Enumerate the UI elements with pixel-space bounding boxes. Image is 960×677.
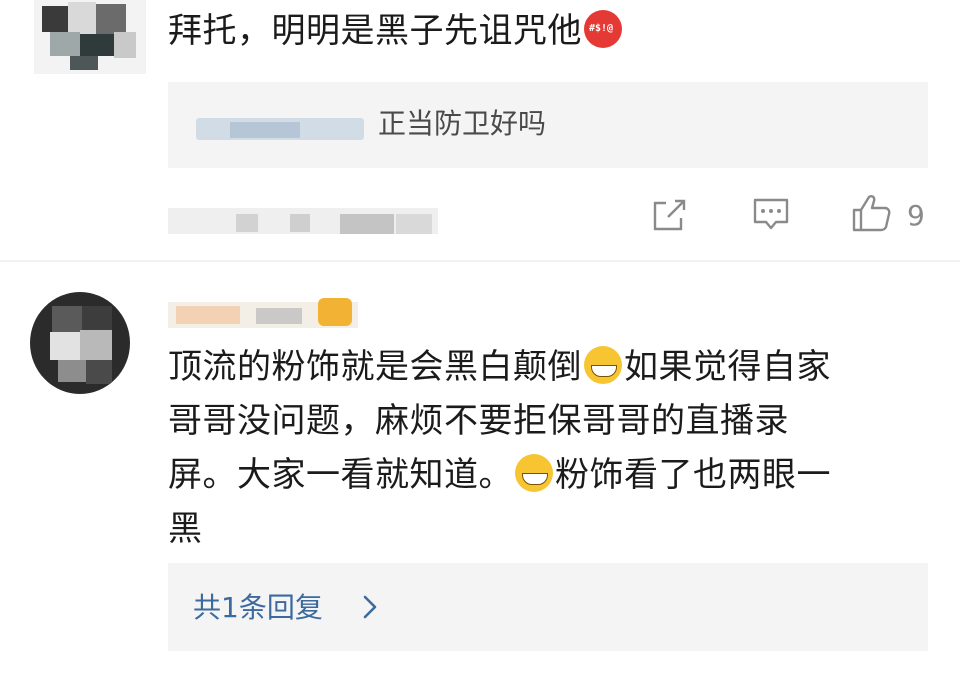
username-blur-block bbox=[256, 308, 302, 324]
comment-line: 粉饰看了也两眼一 bbox=[555, 455, 831, 495]
thumbs-up-icon[interactable] bbox=[850, 193, 892, 233]
like-count[interactable]: 9 bbox=[907, 196, 925, 236]
comment-line: 哥哥没问题，麻烦不要拒保哥哥的直播录 bbox=[168, 401, 789, 441]
timestamp-blur-block bbox=[236, 214, 258, 232]
avatar[interactable] bbox=[34, 0, 146, 74]
view-replies-link[interactable]: 共1条回复 bbox=[193, 588, 323, 628]
quoted-text: 正当防卫好吗 bbox=[378, 107, 547, 140]
timestamp-blur-block bbox=[340, 214, 394, 234]
share-icon[interactable] bbox=[651, 198, 687, 232]
timestamp-blur-block bbox=[290, 214, 310, 232]
comment-text: 拜托，明明是黑子先诅咒他 bbox=[168, 4, 624, 58]
comment-line: 屏。大家一看就知道。 bbox=[168, 455, 513, 495]
grinning-face-icon bbox=[515, 454, 553, 492]
comment-line: 顶流的粉饰就是会黑白颠倒 bbox=[168, 347, 582, 387]
comment-icon[interactable] bbox=[752, 197, 790, 233]
angry-face-icon bbox=[584, 10, 622, 48]
comment-body: 拜托，明明是黑子先诅咒他 bbox=[168, 11, 582, 51]
vip-badge-icon bbox=[318, 298, 352, 326]
timestamp-blur-block bbox=[396, 214, 432, 234]
comment-line: 如果觉得自家 bbox=[624, 347, 831, 387]
comment-body: 顶流的粉饰就是会黑白颠倒 如果觉得自家 哥哥没问题，麻烦不要拒保哥哥的直播录 屏。… bbox=[168, 340, 831, 556]
quoted-username-blur bbox=[230, 122, 300, 138]
grinning-face-icon bbox=[584, 346, 622, 384]
username-blur-block bbox=[176, 306, 240, 324]
chevron-right-icon[interactable] bbox=[362, 594, 378, 620]
avatar[interactable] bbox=[30, 292, 130, 394]
divider bbox=[0, 260, 960, 262]
comment-line: 黑 bbox=[168, 509, 203, 549]
